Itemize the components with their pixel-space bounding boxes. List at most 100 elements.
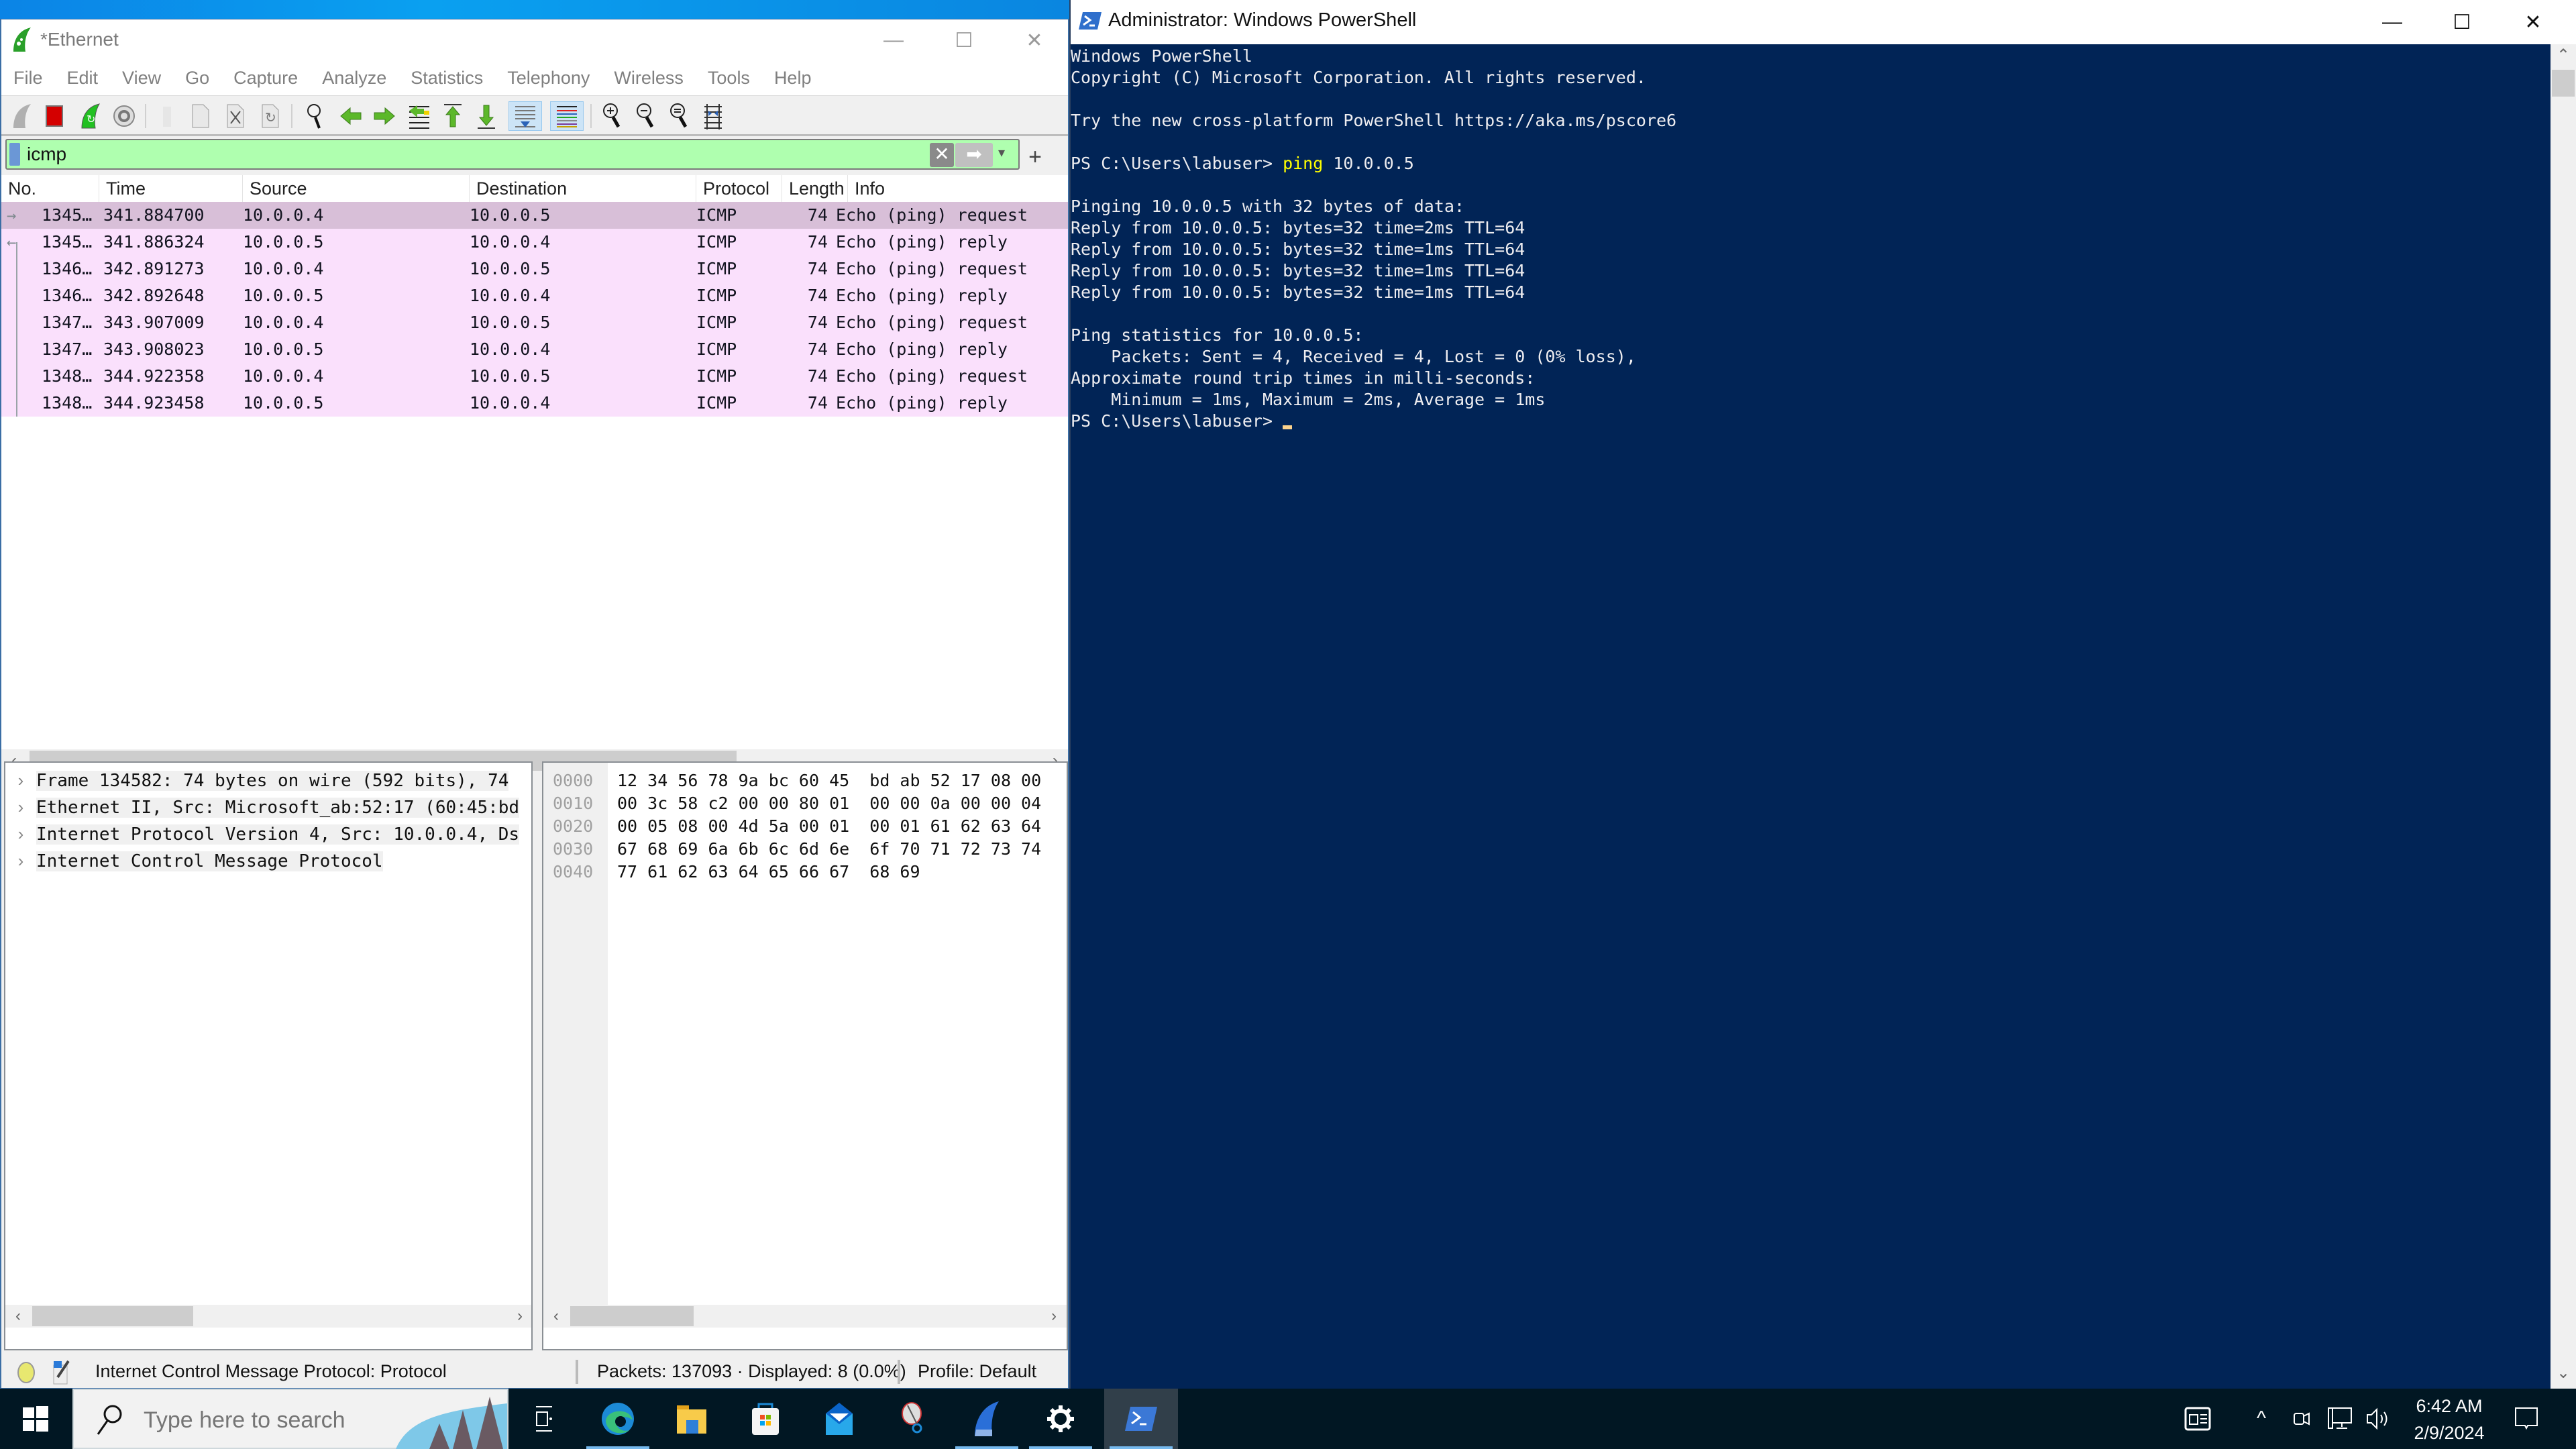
resize-columns-icon[interactable] (699, 101, 727, 131)
minimize-button[interactable]: — (860, 19, 927, 61)
bytes-hscrollbar[interactable]: ‹ › (543, 1305, 1067, 1328)
clear-filter-button[interactable]: ✕ (930, 143, 954, 167)
byte-hex[interactable]: 77 61 62 63 64 65 66 67 68 69 (617, 861, 920, 883)
column-header-protocol[interactable]: Protocol (696, 175, 782, 202)
packet-row[interactable]: 1348… 344.923458 10.0.0.5 10.0.0.4 ICMP 74 Ech… (1, 390, 1068, 417)
system-clock[interactable]: 6:42 AM 2/9/2024 (2399, 1393, 2500, 1446)
first-packet-icon[interactable] (439, 101, 467, 131)
wireshark-title-bar[interactable]: *Ethernet — ☐ ✕ (1, 19, 1068, 61)
byte-hex[interactable]: 12 34 56 78 9a bc 60 45 bd ab 52 17 08 0… (617, 769, 1041, 792)
packet-row[interactable]: 1346… 342.891273 10.0.0.4 10.0.0.5 ICMP 74 Ech… (1, 256, 1068, 282)
close-file-icon[interactable] (221, 101, 250, 131)
packet-row[interactable]: 1345… 341.886324 10.0.0.5 10.0.0.4 ICMP 74 Ech… (1, 229, 1068, 256)
scroll-right-arrow[interactable]: › (510, 1305, 530, 1328)
settings-icon[interactable] (1024, 1389, 1097, 1449)
add-filter-button[interactable]: + (1025, 144, 1045, 170)
scroll-left-arrow[interactable]: ‹ (546, 1305, 566, 1328)
details-hscrollbar[interactable]: ‹ › (5, 1305, 531, 1328)
go-to-packet-icon[interactable] (405, 101, 433, 131)
wireshark-icon[interactable] (950, 1389, 1024, 1449)
find-packet-icon[interactable] (301, 101, 329, 131)
scroll-left-arrow[interactable]: ‹ (8, 1305, 28, 1328)
taskbar-search-box[interactable] (72, 1389, 508, 1449)
volume-icon[interactable] (2361, 1389, 2395, 1449)
capture-options-icon[interactable] (110, 101, 138, 131)
expand-arrow-icon[interactable]: › (5, 847, 36, 874)
menu-edit[interactable]: Edit (67, 68, 99, 89)
go-back-icon[interactable] (337, 101, 365, 131)
restart-capture-icon[interactable]: ↻ (76, 101, 105, 131)
menu-view[interactable]: View (122, 68, 161, 89)
go-forward-icon[interactable] (370, 101, 398, 131)
edge-icon[interactable] (581, 1389, 655, 1449)
byte-hex[interactable]: 67 68 69 6a 6b 6c 6d 6e 6f 70 71 72 73 7… (617, 838, 1041, 861)
expand-arrow-icon[interactable]: › (5, 794, 36, 820)
powershell-taskbar-icon[interactable] (1104, 1389, 1178, 1449)
scrollbar-thumb[interactable] (2552, 70, 2575, 97)
details-tree-item[interactable]: › Ethernet II, Src: Microsoft_ab:52:17 (6… (5, 794, 531, 820)
zoom-in-icon[interactable] (598, 101, 627, 131)
menu-analyze[interactable]: Analyze (322, 68, 386, 89)
menu-tools[interactable]: Tools (708, 68, 750, 89)
byte-hex[interactable]: 00 3c 58 c2 00 00 80 01 00 00 0a 00 00 0… (617, 792, 1041, 815)
display-filter-input[interactable] (27, 142, 912, 166)
mail-icon[interactable] (802, 1389, 876, 1449)
network-icon[interactable] (2321, 1389, 2359, 1449)
close-button[interactable]: ✕ (1001, 19, 1068, 61)
normal-size-icon[interactable] (665, 101, 694, 131)
close-button[interactable]: ✕ (2498, 0, 2568, 44)
menu-telephony[interactable]: Telephony (507, 68, 590, 89)
zoom-out-icon[interactable] (632, 101, 660, 131)
packet-row[interactable]: 1346… 342.892648 10.0.0.5 10.0.0.4 ICMP 74 Ech… (1, 282, 1068, 309)
menu-help[interactable]: Help (774, 68, 812, 89)
column-header-info[interactable]: Info (848, 175, 1068, 202)
menu-wireless[interactable]: Wireless (614, 68, 684, 89)
byte-hex[interactable]: 00 05 08 00 4d 5a 00 01 00 01 61 62 63 6… (617, 815, 1041, 838)
reload-file-icon[interactable]: ↻ (256, 101, 284, 131)
file-explorer-icon[interactable] (655, 1389, 729, 1449)
last-packet-icon[interactable] (472, 101, 500, 131)
news-widget-icon[interactable] (2174, 1389, 2224, 1449)
menu-capture[interactable]: Capture (233, 68, 298, 89)
details-tree-item[interactable]: › Frame 134582: 74 bytes on wire (592 bit… (5, 767, 531, 794)
scroll-down-arrow[interactable]: ⌄ (2551, 1363, 2576, 1386)
apply-filter-button[interactable]: ➡ (955, 143, 993, 167)
minimize-button[interactable]: — (2357, 0, 2427, 44)
bookmark-icon[interactable] (9, 143, 20, 166)
packet-row[interactable]: 1345… 341.884700 10.0.0.4 10.0.0.5 ICMP 74 Ech… (1, 202, 1068, 229)
filter-history-dropdown[interactable]: ▾ (998, 144, 1005, 161)
scrollbar-thumb[interactable] (570, 1306, 694, 1326)
maximize-button[interactable]: ☐ (2427, 0, 2497, 44)
start-button[interactable] (0, 1389, 71, 1449)
autoscroll-icon[interactable] (508, 101, 542, 131)
save-file-icon[interactable] (186, 101, 215, 131)
expand-arrow-icon[interactable]: › (5, 767, 36, 794)
packet-row[interactable]: 1348… 344.922358 10.0.0.4 10.0.0.5 ICMP 74 Ech… (1, 363, 1068, 390)
column-header-source[interactable]: Source (243, 175, 470, 202)
start-capture-icon[interactable] (8, 101, 36, 131)
menu-file[interactable]: File (13, 68, 43, 89)
expert-info-icon[interactable] (16, 1361, 36, 1384)
colorize-icon[interactable] (550, 101, 584, 131)
open-file-icon[interactable] (153, 101, 181, 131)
details-tree-item[interactable]: › Internet Control Message Protocol (5, 847, 531, 874)
console-output[interactable]: Windows PowerShell Copyright (C) Microsof… (1071, 44, 2551, 1389)
scroll-up-arrow[interactable]: ⌃ (2551, 46, 2576, 68)
packet-row[interactable]: 1347… 343.908023 10.0.0.5 10.0.0.4 ICMP 74 Ech… (1, 336, 1068, 363)
stop-capture-icon[interactable] (40, 101, 68, 131)
scroll-right-arrow[interactable]: › (1044, 1305, 1064, 1328)
status-profile[interactable]: Profile: Default (918, 1361, 1036, 1382)
capture-comment-icon[interactable] (51, 1358, 71, 1385)
console-vscrollbar[interactable]: ⌃ ⌄ (2551, 44, 2576, 1389)
details-tree-item[interactable]: › Internet Protocol Version 4, Src: 10.0.… (5, 820, 531, 847)
expand-arrow-icon[interactable]: › (5, 820, 36, 847)
column-header-time[interactable]: Time (99, 175, 243, 202)
scrollbar-thumb[interactable] (32, 1306, 193, 1326)
camera-icon[interactable] (2285, 1389, 2318, 1449)
snipping-tool-icon[interactable] (876, 1389, 950, 1449)
column-header-destination[interactable]: Destination (470, 175, 696, 202)
powershell-title-bar[interactable]: Administrator: Windows PowerShell — ☐ ✕ (1071, 0, 2576, 44)
microsoft-store-icon[interactable] (729, 1389, 802, 1449)
action-center-icon[interactable] (2506, 1389, 2546, 1449)
show-hidden-icons-button[interactable]: ^ (2245, 1389, 2278, 1449)
